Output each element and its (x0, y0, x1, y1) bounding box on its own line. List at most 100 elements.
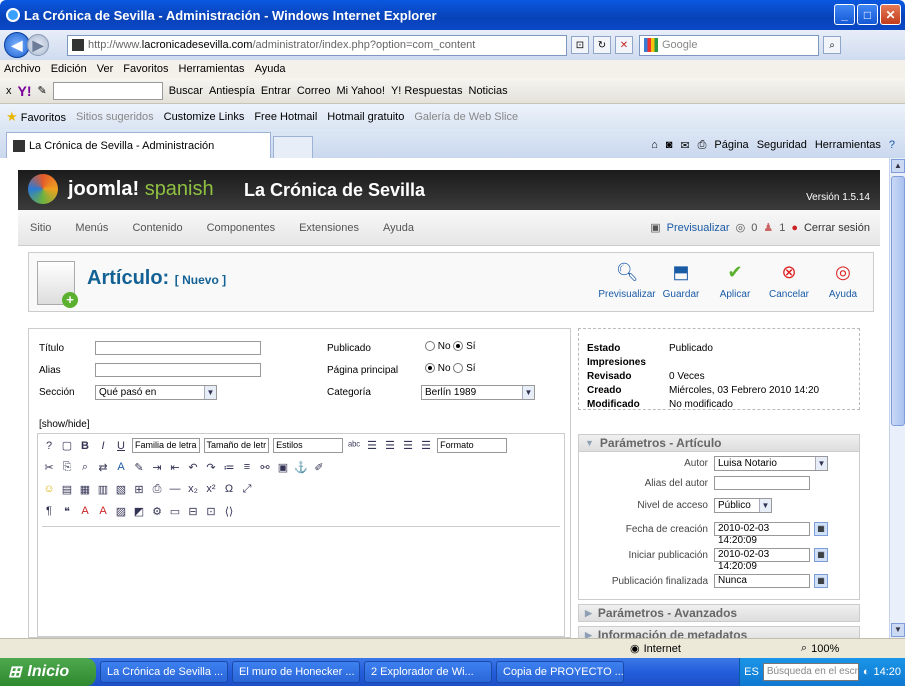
row-icon[interactable]: ▥ (96, 482, 110, 496)
fav-item-sitios[interactable]: Sitios sugeridos (76, 111, 154, 123)
metadatos-header[interactable]: ▶ Información de metadatos (578, 626, 860, 638)
link-icon[interactable]: ⚯ (258, 460, 272, 474)
favorites-button[interactable]: ★ Favoritos (6, 109, 66, 125)
network-icon[interactable]: ◐ (863, 666, 870, 678)
close-button[interactable]: ✕ (880, 4, 901, 25)
highlight-icon[interactable]: ✎ (132, 460, 146, 474)
fecha-input[interactable]: 2010-02-03 14:20:09 (714, 522, 810, 546)
noticias-button[interactable]: Noticias (469, 85, 508, 97)
titulo-input[interactable] (95, 341, 261, 355)
new-document-icon[interactable]: ▢ (60, 439, 74, 453)
copy-icon[interactable]: ⎘ (60, 460, 74, 474)
subscript-icon[interactable]: x₂ (186, 482, 200, 496)
herramientas-menu[interactable]: Herramientas (815, 139, 881, 151)
new-tab-button[interactable] (273, 136, 313, 158)
mail-icon[interactable]: ✉ (680, 139, 689, 152)
ayuda-button[interactable]: ◎ Ayuda (819, 259, 867, 301)
fav-item-hotmail-gratuito[interactable]: Hotmail gratuito (327, 111, 404, 123)
maximize-button[interactable]: □ (857, 4, 878, 25)
charmap-icon[interactable]: Ω (222, 482, 236, 496)
scroll-up-icon[interactable]: ▲ (891, 159, 905, 173)
guardar-button[interactable]: ⬒ Guardar (657, 259, 705, 301)
params-articulo-header[interactable]: ▼ Parámetros - Artículo (578, 434, 860, 452)
users-count[interactable]: 1 (779, 222, 785, 234)
help-icon[interactable]: ? (42, 439, 56, 453)
alias-input[interactable] (95, 363, 261, 377)
taskbar-item-muro[interactable]: El muro de Honecker ... (232, 661, 360, 683)
scroll-down-icon[interactable]: ▼ (891, 623, 905, 637)
params-avanzados-header[interactable]: ▶ Parámetros - Avanzados (578, 604, 860, 622)
yahoo-buscar-button[interactable]: Buscar (169, 85, 203, 97)
feeds-icon[interactable]: ◙ (666, 139, 673, 151)
antiespia-button[interactable]: Antiespía (209, 85, 255, 97)
showhide-link[interactable]: [show/hide] (39, 419, 90, 430)
menu-herramientas[interactable]: Herramientas (179, 63, 245, 75)
pagebreak-icon[interactable]: ⊟ (186, 504, 200, 518)
calendar-icon[interactable]: ▦ (814, 522, 828, 536)
menu-ayuda[interactable]: Ayuda (255, 63, 286, 75)
print-icon[interactable]: ⎙ (150, 482, 164, 496)
clock[interactable]: 14:20 (873, 666, 901, 678)
italic-icon[interactable]: I (96, 439, 110, 453)
pagina-si-radio[interactable] (453, 363, 464, 374)
correo-button[interactable]: Correo (297, 85, 331, 97)
refresh-icon[interactable]: ↻ (593, 36, 611, 54)
editor-content-area[interactable] (42, 526, 560, 636)
seguridad-menu[interactable]: Seguridad (757, 139, 807, 151)
taskbar-item-proyecto[interactable]: Copia de PROYECTO ... (496, 661, 624, 683)
menu-menus[interactable]: Menús (63, 222, 120, 234)
style-icon[interactable]: ◩ (132, 504, 146, 518)
yahoo-search-input[interactable] (52, 81, 163, 100)
table-icon[interactable]: ▦ (78, 482, 92, 496)
zoom-level[interactable]: 100% (811, 643, 839, 655)
anchor-icon[interactable]: ⚓ (294, 460, 308, 474)
minimize-button[interactable]: _ (834, 4, 855, 25)
alias-autor-input[interactable] (714, 476, 810, 490)
fav-item-customize[interactable]: Customize Links (164, 111, 245, 123)
menu-ver[interactable]: Ver (97, 63, 114, 75)
cite-icon[interactable]: ❝ (60, 504, 74, 518)
menu-archivo[interactable]: Archivo (4, 63, 41, 75)
attribs-icon[interactable]: ⚙ (150, 504, 164, 518)
close-toolbar-icon[interactable]: x (6, 85, 12, 97)
start-button[interactable]: ⊞ Inicio (0, 658, 96, 686)
publicado-no-radio[interactable] (425, 341, 435, 352)
home-icon[interactable]: ⌂ (651, 139, 658, 151)
entrar-button[interactable]: Entrar (261, 85, 291, 97)
stop-icon[interactable]: ✕ (615, 36, 633, 54)
strike-a-icon[interactable]: A (78, 504, 92, 518)
layer-icon[interactable]: ▨ (114, 504, 128, 518)
taskbar-item-cronica[interactable]: La Crónica de Sevilla ... (100, 661, 228, 683)
pagina-menu[interactable]: Página (714, 139, 748, 151)
messages-count[interactable]: 0 (751, 222, 757, 234)
outdent-icon[interactable]: ⇤ (168, 460, 182, 474)
smiley-icon[interactable]: ☺ (42, 482, 56, 496)
align-left-icon[interactable]: ☰ (365, 439, 379, 453)
tab-active[interactable]: La Crónica de Sevilla - Administración (6, 132, 271, 158)
fav-item-web-slice[interactable]: Galería de Web Slice (414, 111, 518, 123)
bullet-list-icon[interactable]: ≔ (222, 460, 236, 474)
merge-icon[interactable]: ⊞ (132, 482, 146, 496)
strikethrough-icon[interactable]: ᵃᵇᶜ (347, 439, 361, 453)
font-color-icon[interactable]: A (114, 460, 128, 474)
code-icon[interactable]: ⟨⟩ (222, 504, 236, 518)
search-input[interactable]: Google (639, 34, 819, 56)
media-icon[interactable]: ▤ (60, 482, 74, 496)
categoria-select[interactable]: Berlín 1989 ▼ (421, 385, 535, 400)
vertical-scrollbar[interactable]: ▲ ▼ (889, 158, 905, 638)
preview-link[interactable]: Previsualizar (667, 222, 730, 234)
align-right-icon[interactable]: ☰ (401, 439, 415, 453)
url-field[interactable]: http://www. lacronicadesevilla.com/admini… (67, 34, 567, 56)
scroll-thumb[interactable] (891, 176, 905, 426)
menu-sitio[interactable]: Sitio (18, 222, 63, 234)
zoom-icon[interactable]: ⌕ (801, 642, 807, 655)
menu-favoritos[interactable]: Favoritos (123, 63, 168, 75)
styles-select[interactable]: Estilos (273, 438, 344, 453)
underline-icon[interactable]: U (114, 439, 128, 453)
hr-icon[interactable]: — (168, 482, 182, 496)
pen-icon[interactable]: ✎ (38, 84, 47, 97)
compat-view-icon[interactable]: ⊡ (571, 36, 589, 54)
bold-icon[interactable]: B (78, 439, 92, 453)
find-icon[interactable]: ⌕ (78, 460, 92, 474)
seccion-select[interactable]: Qué pasó en ▼ (95, 385, 217, 400)
